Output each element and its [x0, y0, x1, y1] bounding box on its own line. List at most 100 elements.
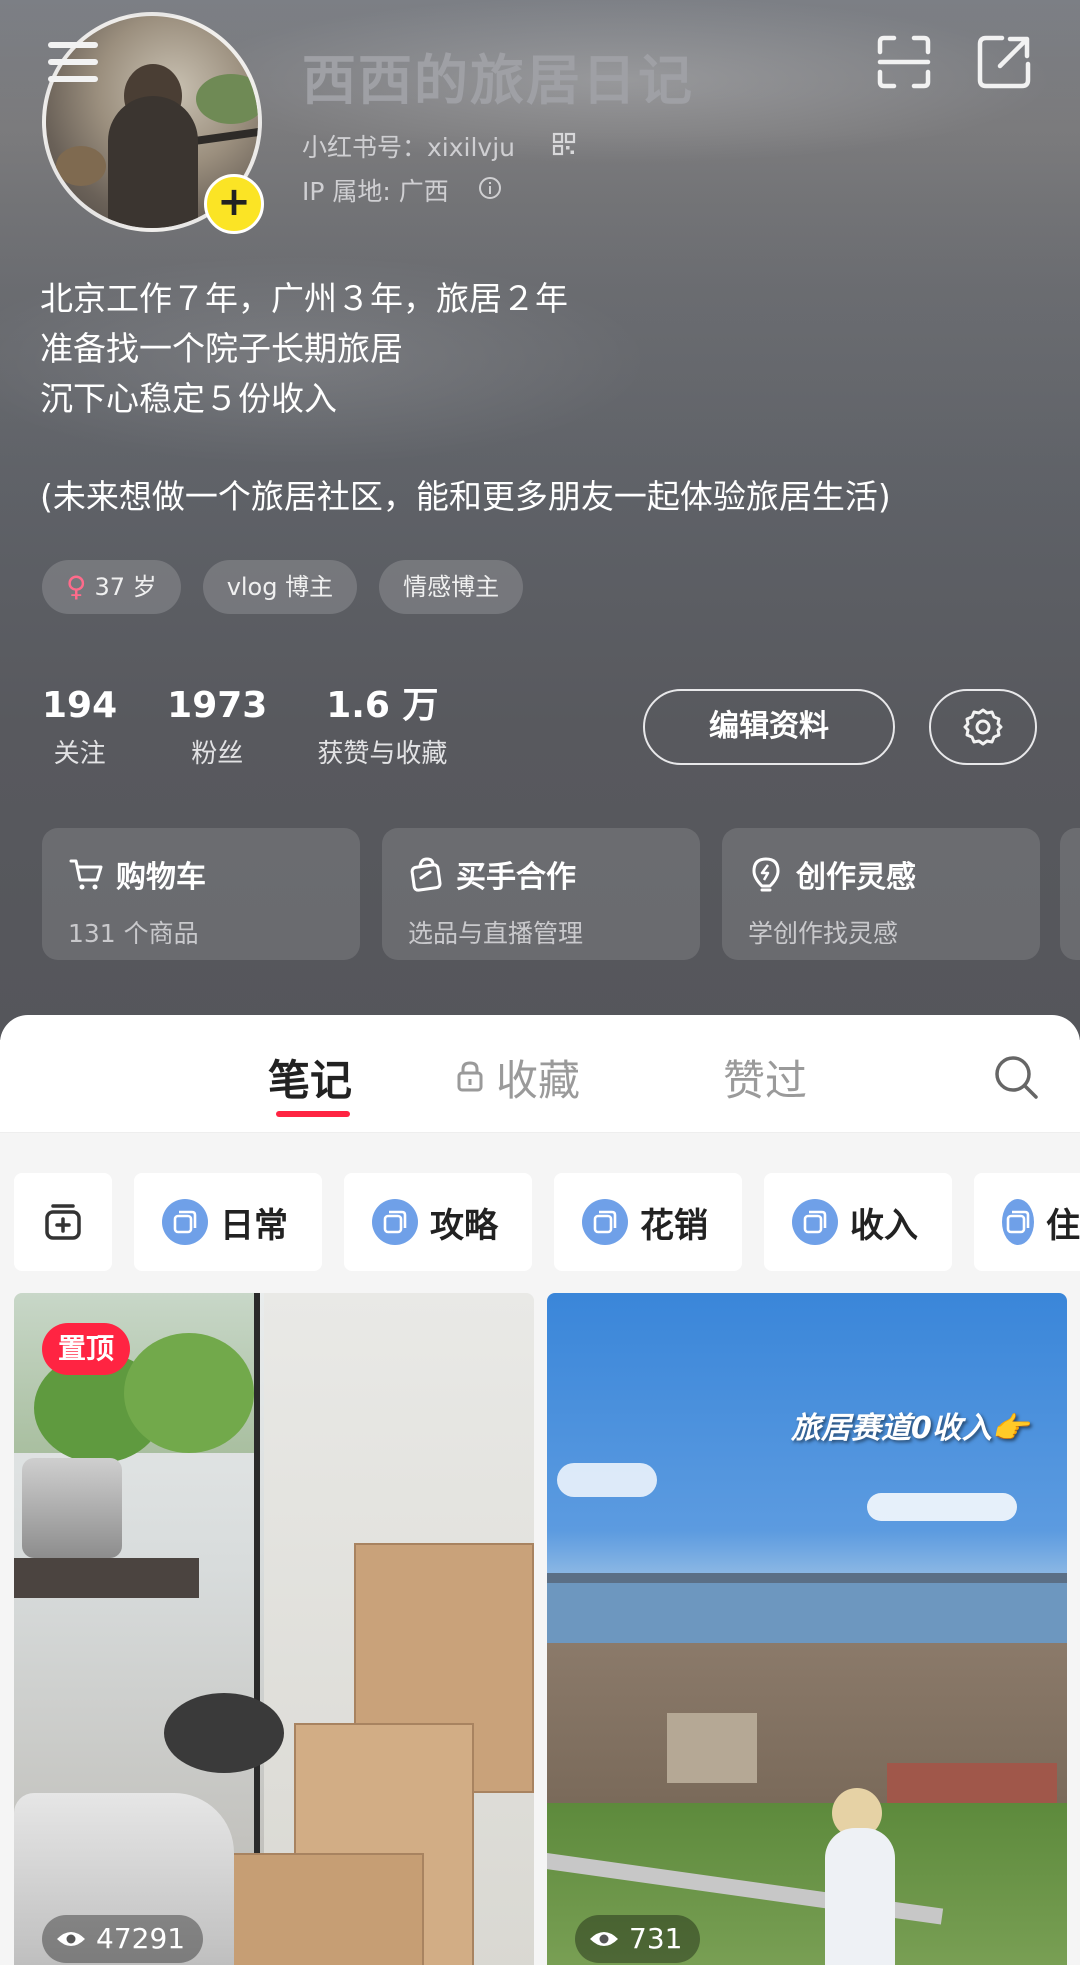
- lock-icon: [457, 1061, 483, 1092]
- plant-photo: [124, 1333, 254, 1453]
- view-count: 47291: [42, 1915, 204, 1963]
- collection-icon: [162, 1199, 208, 1245]
- qr-code-icon[interactable]: [552, 132, 576, 156]
- cloud-photo: [557, 1463, 657, 1497]
- menu-icon[interactable]: [46, 38, 102, 86]
- tab-liked[interactable]: 赞过: [723, 1047, 807, 1108]
- filter-label: 花销: [640, 1205, 708, 1246]
- content-panel: 笔记 收藏 赞过 日常 攻略 花销 收入 住 置顶 47291 旅居赛道0收入👉…: [0, 1015, 1080, 1965]
- stat-label: 获赞与收藏: [317, 739, 448, 769]
- stat-label: 关注: [53, 739, 106, 769]
- card-title: 创作灵感: [796, 860, 916, 895]
- view-count-value: 731: [629, 1922, 683, 1955]
- filter-chip[interactable]: 收入: [764, 1173, 952, 1271]
- tag-label: 情感博主: [403, 573, 500, 601]
- rice-cooker-photo: [22, 1458, 122, 1558]
- scan-icon[interactable]: [876, 34, 932, 90]
- stat-likes[interactable]: 1.6 万 获赞与收藏: [317, 684, 447, 776]
- filter-chip[interactable]: 日常: [134, 1173, 322, 1271]
- avatar-chair: [56, 146, 106, 186]
- note-card[interactable]: 旅居赛道0收入👉 731: [547, 1293, 1067, 1965]
- filter-chip[interactable]: 攻略: [344, 1173, 532, 1271]
- girl-photo: [825, 1828, 895, 1965]
- view-count: 731: [575, 1915, 701, 1963]
- bio: 北京工作７年，广州３年，旅居２年 准备找一个院子长期旅居 沉下心稳定５份收入 (…: [40, 274, 1050, 522]
- card-next-partial[interactable]: [1060, 828, 1080, 960]
- red-id: 小红书号：xixilvju: [302, 133, 516, 162]
- eye-icon: [57, 1932, 85, 1946]
- active-tab-indicator: [276, 1111, 350, 1117]
- house-photo: [667, 1713, 757, 1783]
- bio-line: (未来想做一个旅居社区，能和更多朋友一起体验旅居生活): [40, 477, 891, 516]
- tag-age[interactable]: ♀ 37 岁: [42, 560, 181, 614]
- profile-header: + 西西的旅居日记 小红书号：xixilvju IP 属地: 广西 北京工作７年…: [0, 0, 1080, 1040]
- card-subtitle: 学创作找灵感: [748, 919, 899, 948]
- ip-location: IP 属地: 广西: [302, 177, 449, 206]
- bio-line: 北京工作７年，广州３年，旅居２年: [40, 279, 568, 318]
- pinned-badge: 置顶: [42, 1323, 131, 1375]
- settings-button[interactable]: [929, 689, 1037, 765]
- female-icon: ♀: [66, 570, 87, 603]
- card-title: 买手合作: [456, 860, 576, 895]
- bio-line: 准备找一个院子长期旅居: [40, 329, 403, 368]
- card-shopping-cart[interactable]: 购物车 131 个商品: [42, 828, 360, 960]
- sea-photo: [547, 1583, 1067, 1643]
- tag-vlog[interactable]: vlog 博主: [202, 560, 358, 614]
- content-tabs: 笔记 收藏 赞过: [0, 1015, 1080, 1133]
- filter-label: 收入: [850, 1205, 918, 1246]
- counter-photo: [14, 1558, 199, 1598]
- box-photo: [224, 1853, 424, 1965]
- tab-notes[interactable]: 笔记: [268, 1047, 352, 1108]
- add-collection-button[interactable]: [14, 1173, 112, 1271]
- collection-icon: [372, 1199, 418, 1245]
- note-card[interactable]: 置顶 47291: [14, 1293, 534, 1965]
- add-collection-icon: [45, 1204, 81, 1240]
- card-subtitle: 选品与直播管理: [408, 919, 584, 948]
- stat-followers[interactable]: 1973 粉丝: [167, 684, 267, 776]
- info-icon[interactable]: [478, 176, 502, 200]
- bio-line: 沉下心稳定５份收入: [40, 379, 337, 418]
- gear-icon: [963, 708, 1003, 746]
- eye-icon: [590, 1932, 618, 1946]
- card-buyer-cooperation[interactable]: 买手合作 选品与直播管理: [382, 828, 700, 960]
- tag-emotion[interactable]: 情感博主: [379, 560, 524, 614]
- collection-icon: [582, 1199, 628, 1245]
- avatar-person: [108, 96, 198, 228]
- stat-label: 粉丝: [191, 739, 244, 769]
- feature-cards: 购物车 131 个商品 买手合作 选品与直播管理 创作灵感 学创作找灵感: [42, 828, 1040, 960]
- collection-icon: [1002, 1199, 1034, 1245]
- stat-value: 1973: [167, 685, 268, 726]
- card-creative-inspiration[interactable]: 创作灵感 学创作找灵感: [722, 828, 1040, 960]
- cloud-photo: [867, 1493, 1017, 1521]
- filter-chip[interactable]: 住: [974, 1173, 1080, 1271]
- search-icon[interactable]: [992, 1053, 1040, 1101]
- avatar-add-button[interactable]: +: [204, 174, 264, 234]
- filter-label: 攻略: [430, 1205, 498, 1246]
- tag-label: vlog 博主: [226, 573, 334, 601]
- collection-icon: [792, 1199, 838, 1245]
- stat-value: 1.6 万: [326, 685, 439, 726]
- tag-label: 37 岁: [94, 573, 157, 601]
- card-title: 购物车: [116, 860, 206, 895]
- bag-icon: [410, 857, 442, 892]
- card-subtitle: 131 个商品: [68, 919, 199, 948]
- profile-tags: ♀ 37 岁 vlog 博主 情感博主: [42, 560, 524, 614]
- avatar-plant: [196, 74, 258, 124]
- fan-photo: [164, 1693, 284, 1773]
- bulb-icon: [752, 857, 780, 892]
- notes-grid: 置顶 47291 旅居赛道0收入👉 731: [0, 1293, 1080, 1965]
- filter-chip[interactable]: 花销: [554, 1173, 742, 1271]
- note-overlay-text: 旅居赛道0收入👉: [791, 1411, 1030, 1446]
- collection-filters: 日常 攻略 花销 收入 住: [0, 1133, 1080, 1293]
- stat-following[interactable]: 194 关注: [42, 684, 117, 776]
- edit-profile-button[interactable]: 编辑资料: [643, 689, 895, 765]
- stats: 194 关注 1973 粉丝 1.6 万 获赞与收藏: [42, 684, 497, 776]
- bridge-photo: [547, 1573, 1067, 1583]
- share-icon[interactable]: [976, 34, 1032, 90]
- view-count-value: 47291: [96, 1922, 186, 1955]
- stat-value: 194: [42, 685, 118, 726]
- nickname: 西西的旅居日记: [302, 49, 694, 112]
- filter-label: 住: [1046, 1205, 1080, 1246]
- tab-favorites[interactable]: 收藏: [496, 1047, 580, 1108]
- cart-icon: [69, 859, 103, 890]
